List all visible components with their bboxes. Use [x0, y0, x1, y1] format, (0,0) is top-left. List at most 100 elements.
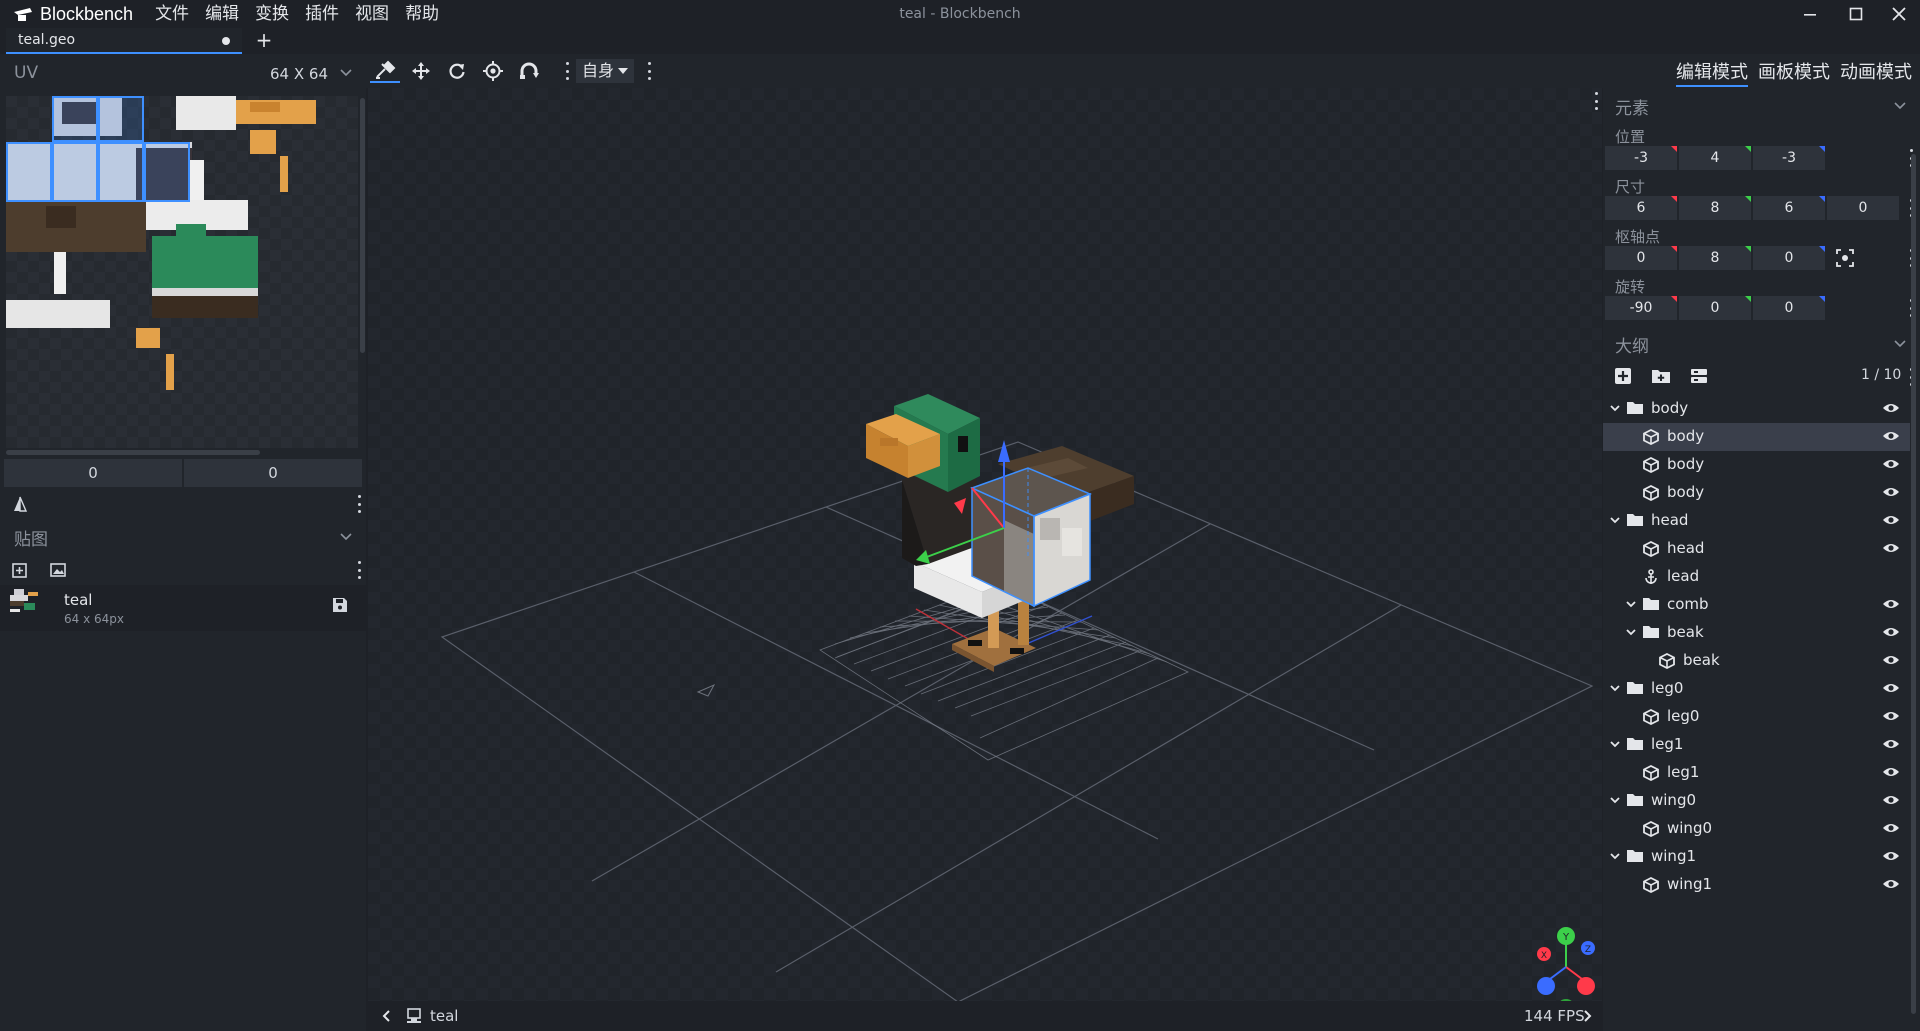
tab-paint-mode[interactable]: 画板模式 [1758, 58, 1830, 87]
new-tab-button[interactable]: + [254, 28, 274, 54]
tab-edit-mode[interactable]: 编辑模式 [1676, 58, 1748, 87]
textures-more-icon[interactable] [356, 561, 362, 579]
uv-size-label[interactable]: 64 X 64 [270, 65, 328, 83]
menu-help[interactable]: 帮助 [397, 0, 447, 28]
visibility-eye-icon[interactable] [1882, 458, 1900, 472]
uv-vertical-scrollbar[interactable] [360, 98, 365, 353]
collapse-all-button[interactable] [1689, 366, 1709, 386]
menu-view[interactable]: 视图 [347, 0, 397, 28]
rotate-tool-button[interactable] [442, 59, 472, 83]
uv-horizontal-scrollbar[interactable] [6, 450, 260, 455]
visibility-eye-icon[interactable] [1882, 654, 1900, 668]
outliner-row-group[interactable]: wing0 [1603, 787, 1910, 815]
position-x-input[interactable]: -3 [1605, 146, 1677, 170]
visibility-eye-icon[interactable] [1882, 430, 1900, 444]
add-texture-button[interactable] [10, 560, 30, 580]
uv-more-icon[interactable] [356, 495, 362, 513]
right-panel-scrollbar[interactable] [1911, 154, 1916, 1014]
inflate-input[interactable]: 0 [1827, 196, 1899, 220]
menu-transform[interactable]: 变换 [247, 0, 297, 28]
expand-chevron-icon[interactable] [1609, 402, 1621, 414]
chevron-down-icon[interactable] [338, 65, 354, 81]
uv-editor-canvas[interactable] [6, 96, 358, 448]
translate-tool-button[interactable] [406, 59, 436, 83]
visibility-eye-icon[interactable] [1882, 598, 1900, 612]
visibility-eye-icon[interactable] [1882, 794, 1900, 808]
visibility-eye-icon[interactable] [1882, 626, 1900, 640]
outliner-row-cube[interactable]: head [1603, 535, 1910, 563]
expand-chevron-icon[interactable] [1609, 682, 1621, 694]
maximize-button[interactable] [1835, 0, 1877, 28]
outliner-row-group[interactable]: wing1 [1603, 843, 1910, 871]
outliner-row-cube[interactable]: body [1603, 451, 1910, 479]
visibility-eye-icon[interactable] [1882, 682, 1900, 696]
transform-space-dropdown[interactable]: 自身 [576, 59, 634, 83]
uv-offset-y-input[interactable]: 0 [184, 459, 362, 487]
expand-chevron-icon[interactable] [1609, 514, 1621, 526]
chevron-down-icon[interactable] [338, 529, 354, 545]
status-prev-button[interactable] [376, 1006, 396, 1026]
uv-offset-x-input[interactable]: 0 [4, 459, 182, 487]
rotation-y-input[interactable]: 0 [1679, 296, 1751, 320]
menu-file[interactable]: 文件 [147, 0, 197, 28]
status-next-button[interactable] [1578, 1006, 1598, 1026]
expand-chevron-icon[interactable] [1609, 738, 1621, 750]
outliner-row-cube[interactable]: body [1603, 423, 1910, 451]
visibility-eye-icon[interactable] [1882, 850, 1900, 864]
move-tool-button[interactable] [370, 59, 400, 83]
uv-mirror-button[interactable] [10, 494, 30, 514]
outliner-row-cube[interactable]: wing0 [1603, 815, 1910, 843]
center-pivot-button[interactable] [1835, 248, 1855, 268]
pivot-x-input[interactable]: 0 [1605, 246, 1677, 270]
import-texture-button[interactable] [48, 560, 68, 580]
save-texture-button[interactable] [330, 595, 350, 615]
outliner-row-group[interactable]: head [1603, 507, 1910, 535]
expand-chevron-icon[interactable] [1625, 598, 1637, 610]
3d-viewport[interactable]: Y X Z [368, 88, 1602, 1001]
outliner-row-cube[interactable]: leg0 [1603, 703, 1910, 731]
tab-teal-geo[interactable]: teal.geo [6, 28, 242, 54]
size-z-input[interactable]: 6 [1753, 196, 1825, 220]
outliner-row-cube[interactable]: beak [1603, 647, 1910, 675]
chevron-down-icon[interactable] [1892, 336, 1908, 352]
visibility-eye-icon[interactable] [1882, 766, 1900, 780]
chevron-down-icon[interactable] [1892, 98, 1908, 114]
outliner-row-cube[interactable]: body [1603, 479, 1910, 507]
texture-item-teal[interactable]: teal 64 x 64px [0, 585, 366, 631]
outliner-row-cube[interactable]: wing1 [1603, 871, 1910, 899]
outliner-row-group[interactable]: body [1603, 395, 1910, 423]
visibility-eye-icon[interactable] [1882, 542, 1900, 556]
outliner-row-locator[interactable]: lead [1603, 563, 1910, 591]
visibility-eye-icon[interactable] [1882, 402, 1900, 416]
toolbar-more-icon[interactable] [564, 62, 570, 80]
rotation-x-input[interactable]: -90 [1605, 296, 1677, 320]
position-y-input[interactable]: 4 [1679, 146, 1751, 170]
vertex-snap-tool-button[interactable] [514, 59, 544, 83]
size-y-input[interactable]: 8 [1679, 196, 1751, 220]
add-cube-button[interactable] [1613, 366, 1633, 386]
outliner-row-cube[interactable]: leg1 [1603, 759, 1910, 787]
expand-chevron-icon[interactable] [1609, 794, 1621, 806]
toolbar-more-icon-2[interactable] [646, 62, 652, 80]
add-group-button[interactable] [1651, 366, 1671, 386]
expand-chevron-icon[interactable] [1625, 626, 1637, 638]
tab-animate-mode[interactable]: 动画模式 [1840, 58, 1912, 87]
expand-chevron-icon[interactable] [1609, 850, 1621, 862]
unsaved-dot-icon[interactable] [222, 37, 230, 45]
pivot-y-input[interactable]: 8 [1679, 246, 1751, 270]
minimize-button[interactable] [1789, 0, 1831, 28]
visibility-eye-icon[interactable] [1882, 878, 1900, 892]
pivot-tool-button[interactable] [478, 59, 508, 83]
visibility-eye-icon[interactable] [1882, 514, 1900, 528]
viewport-more-icon[interactable] [1593, 92, 1599, 110]
outliner-row-group[interactable]: comb [1603, 591, 1910, 619]
outliner-row-group[interactable]: beak [1603, 619, 1910, 647]
menu-edit[interactable]: 编辑 [197, 0, 247, 28]
visibility-eye-icon[interactable] [1882, 710, 1900, 724]
outliner-row-group[interactable]: leg1 [1603, 731, 1910, 759]
visibility-eye-icon[interactable] [1882, 486, 1900, 500]
position-z-input[interactable]: -3 [1753, 146, 1825, 170]
visibility-eye-icon[interactable] [1882, 738, 1900, 752]
pivot-z-input[interactable]: 0 [1753, 246, 1825, 270]
close-window-button[interactable] [1878, 0, 1920, 28]
